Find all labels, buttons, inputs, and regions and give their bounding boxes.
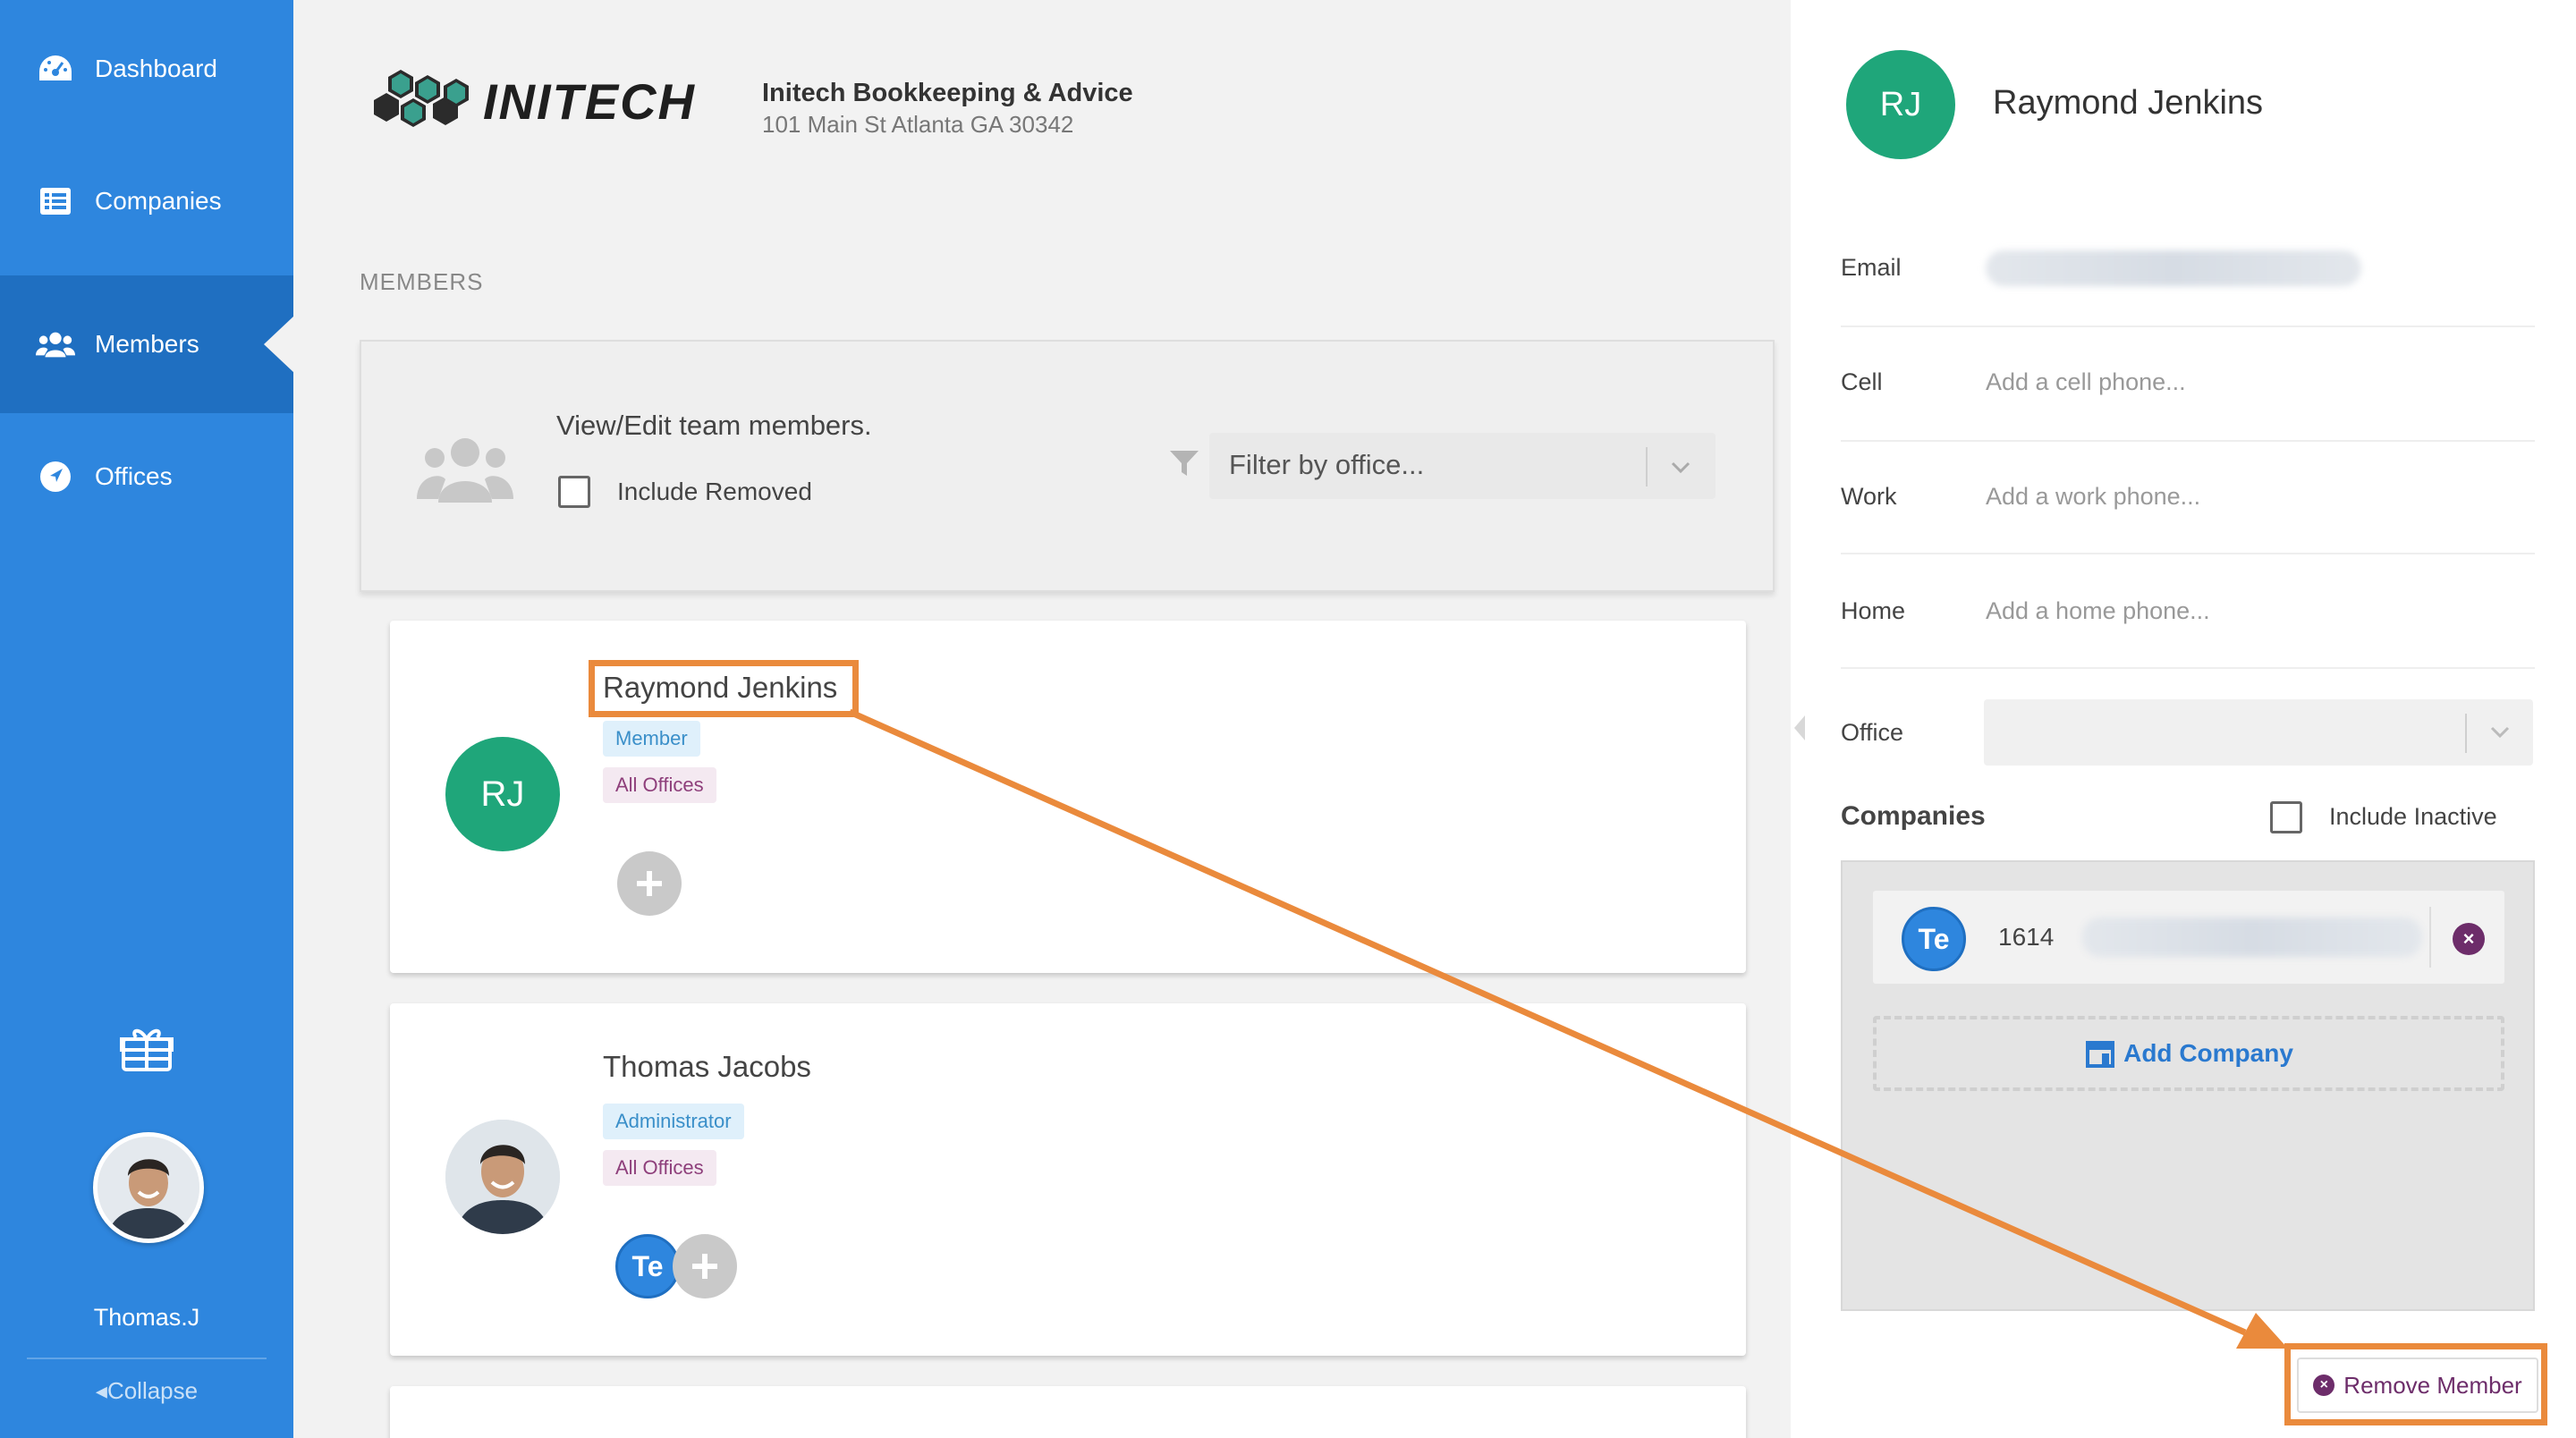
organization-name: Initech Bookkeeping & Advice xyxy=(762,79,1133,107)
divider xyxy=(1841,667,2535,669)
sidebar: Dashboard Companies Members Offices Thom… xyxy=(0,0,294,1438)
work-label: Work xyxy=(1841,483,1897,510)
office-badge: All Offices xyxy=(603,1150,716,1186)
role-badge: Member xyxy=(603,721,700,757)
add-company-label: Add Company xyxy=(2123,1039,2293,1067)
avatar[interactable] xyxy=(93,1132,204,1243)
email-field-redacted[interactable] xyxy=(1986,250,2361,286)
store-icon xyxy=(2086,1041,2115,1068)
sidebar-item-companies[interactable]: Companies xyxy=(0,132,293,270)
member-name[interactable]: Thomas Jacobs xyxy=(603,1050,811,1084)
plus-icon xyxy=(692,1254,717,1279)
select-divider xyxy=(2465,714,2467,753)
divider xyxy=(2429,907,2431,968)
filter-icon xyxy=(1170,451,1199,476)
member-avatar xyxy=(445,1120,560,1234)
divider xyxy=(1841,326,2535,327)
work-phone-field[interactable]: Add a work phone... xyxy=(1986,483,2200,511)
email-label: Email xyxy=(1841,254,1902,281)
companies-title: Companies xyxy=(1841,801,1986,831)
sidebar-item-label: Dashboard xyxy=(95,55,217,82)
company-bubble: Te xyxy=(1902,907,1966,971)
office-filter-placeholder: Filter by office... xyxy=(1229,449,1425,480)
add-company-button[interactable] xyxy=(673,1234,737,1298)
sidebar-item-members[interactable]: Members xyxy=(0,275,294,413)
member-card[interactable] xyxy=(390,1386,1746,1438)
chevron-down-icon[interactable] xyxy=(1665,453,1696,483)
sidebar-item-label: Members xyxy=(95,330,199,358)
role-badge: Administrator xyxy=(603,1104,744,1139)
list-icon xyxy=(36,182,75,221)
users-icon xyxy=(36,325,75,364)
cell-phone-field[interactable]: Add a cell phone... xyxy=(1986,368,2186,396)
filter-card-title: View/Edit team members. xyxy=(556,410,872,441)
sidebar-item-offices[interactable]: Offices xyxy=(0,408,293,546)
add-company-button[interactable] xyxy=(617,851,682,916)
panel-collapse-icon[interactable] xyxy=(1791,712,1809,744)
office-select[interactable] xyxy=(1984,699,2533,766)
add-company-button[interactable]: Add Company xyxy=(1873,1016,2504,1091)
highlight-remove-member xyxy=(2284,1343,2547,1425)
office-label: Office xyxy=(1841,719,1904,746)
member-detail-panel: RJ Raymond Jenkins Email Cell Add a cell… xyxy=(1791,0,2576,1438)
sidebar-item-dashboard[interactable]: Dashboard xyxy=(0,0,293,138)
include-inactive-checkbox[interactable] xyxy=(2270,801,2302,833)
detail-avatar: RJ xyxy=(1846,50,1955,159)
user-photo-icon xyxy=(445,1120,560,1234)
current-user-name[interactable]: Thomas.J xyxy=(0,1304,293,1332)
sidebar-item-label: Offices xyxy=(95,462,173,490)
include-inactive-label[interactable]: Include Inactive xyxy=(2329,803,2497,831)
office-badge: All Offices xyxy=(603,767,716,803)
member-card-thomas-jacobs[interactable]: Thomas Jacobs Administrator All Offices … xyxy=(390,1003,1746,1356)
collapse-button[interactable]: ◂Collapse xyxy=(0,1377,293,1405)
company-name-redacted xyxy=(2082,918,2422,957)
dashboard-icon xyxy=(36,49,75,89)
chevron-down-icon[interactable] xyxy=(2485,717,2515,748)
location-arrow-icon xyxy=(36,457,75,496)
highlight-member-name xyxy=(589,660,859,717)
home-label: Home xyxy=(1841,597,1906,624)
company-number: 1614 xyxy=(1998,923,2055,951)
select-divider xyxy=(1646,447,1648,486)
sidebar-item-label: Companies xyxy=(95,187,222,215)
section-title: MEMBERS xyxy=(360,268,484,295)
remove-company-button[interactable]: × xyxy=(2453,923,2485,955)
initech-logo-icon xyxy=(374,70,469,127)
include-removed-checkbox[interactable] xyxy=(558,476,590,508)
collapse-label: Collapse xyxy=(106,1377,199,1404)
chevron-left-icon: ◂ xyxy=(95,1377,107,1404)
logo-wordmark: INITECH xyxy=(483,72,696,130)
company-bubble[interactable]: Te xyxy=(615,1234,680,1298)
detail-member-name: Raymond Jenkins xyxy=(1993,84,2264,122)
divider xyxy=(27,1358,267,1359)
user-photo-icon xyxy=(97,1137,199,1239)
company-logo: INITECH xyxy=(374,66,696,136)
include-removed-label[interactable]: Include Removed xyxy=(617,478,812,506)
close-icon: × xyxy=(2462,927,2475,950)
member-avatar: RJ xyxy=(445,737,560,851)
divider xyxy=(1841,440,2535,442)
cell-label: Cell xyxy=(1841,368,1883,395)
divider xyxy=(1841,553,2535,554)
plus-icon xyxy=(637,871,662,896)
team-icon xyxy=(417,438,513,503)
list-item[interactable]: Te 1614 × xyxy=(1873,891,2504,984)
home-phone-field[interactable]: Add a home phone... xyxy=(1986,597,2210,625)
companies-list: Te 1614 × Add Company xyxy=(1841,860,2535,1311)
gift-icon[interactable] xyxy=(120,1023,174,1073)
organization-address: 101 Main St Atlanta GA 30342 xyxy=(762,111,1074,138)
